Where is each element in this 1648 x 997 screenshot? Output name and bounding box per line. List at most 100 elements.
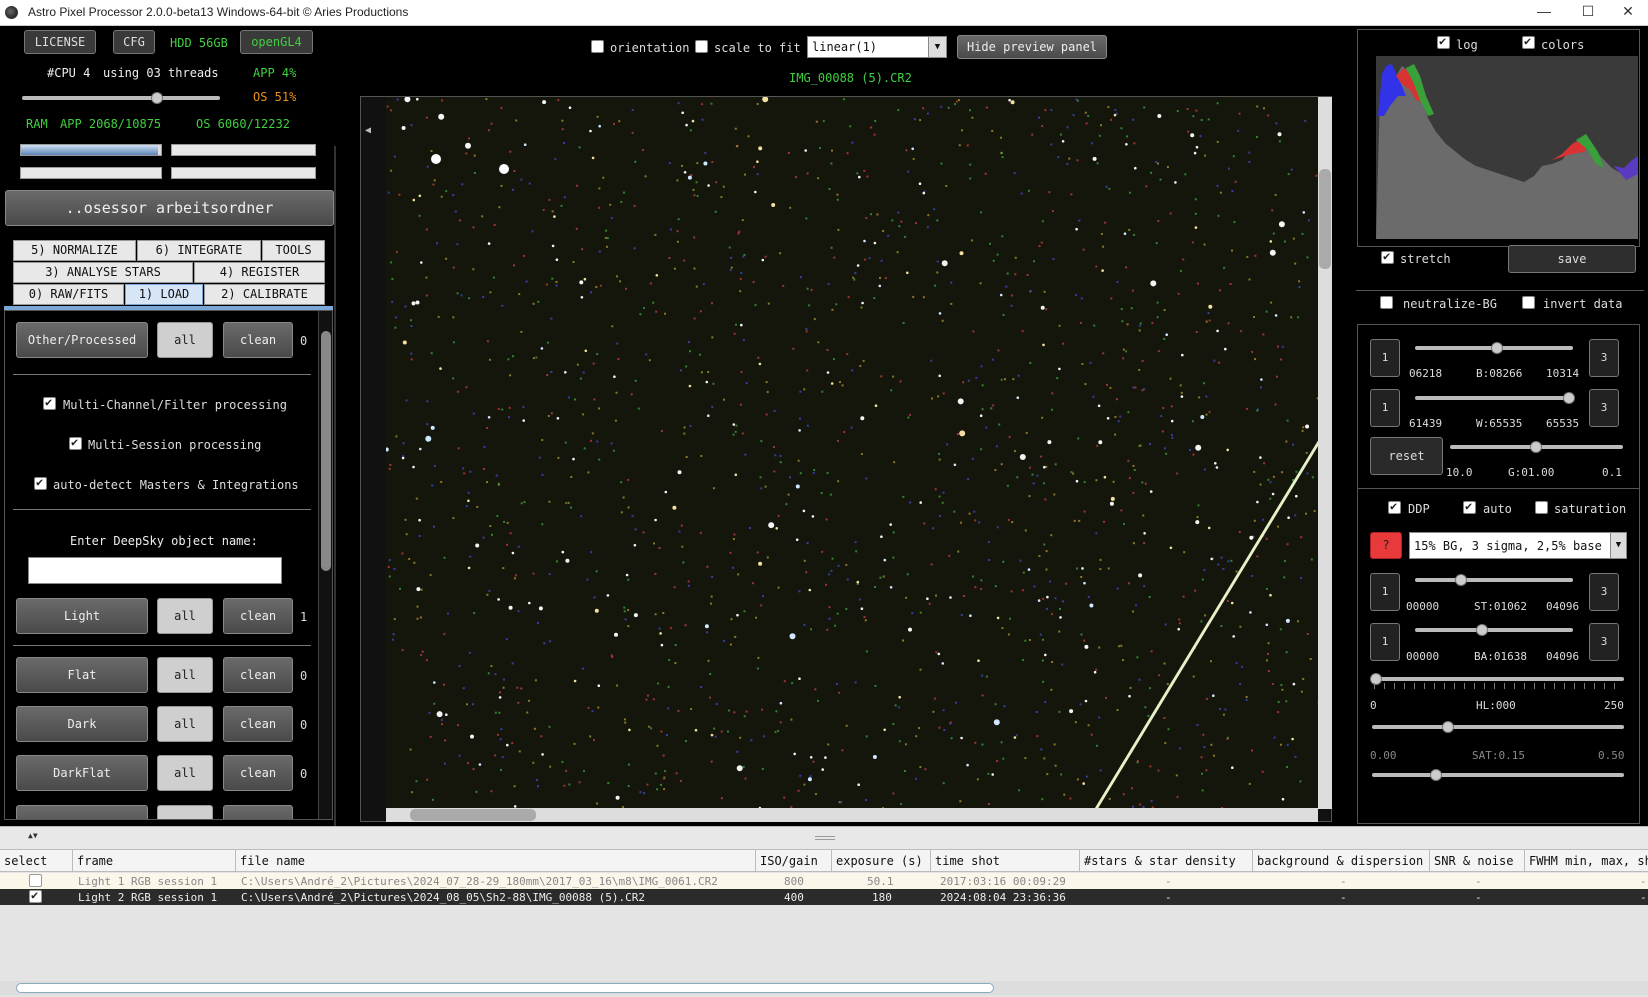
maximize-icon[interactable]: ☐	[1568, 0, 1608, 24]
ba-increase-button[interactable]: 3	[1589, 623, 1619, 661]
flat-clean-button[interactable]: clean	[223, 657, 293, 693]
license-button[interactable]: LICENSE	[24, 30, 96, 54]
preview-hscroll[interactable]	[386, 808, 1318, 822]
light-clean-button[interactable]: clean	[223, 598, 293, 634]
tab-analyse-stars[interactable]: 3) ANALYSE STARS	[13, 262, 193, 283]
light-button[interactable]: Light	[16, 598, 148, 634]
hscroll-thumb[interactable]	[410, 809, 536, 821]
darkflat-button[interactable]: DarkFlat	[16, 755, 148, 791]
tab-normalize[interactable]: 5) NORMALIZE	[13, 240, 136, 261]
g-slider-knob[interactable]	[1530, 441, 1542, 453]
ddp-preset-select[interactable]: 15% BG, 3 sigma, 2,5% base ▼	[1409, 532, 1627, 559]
orientation-checkbox[interactable]	[591, 40, 604, 53]
table-row[interactable]: Light 1 RGB session 1 C:\Users\André_2\P…	[0, 873, 1648, 889]
save-button[interactable]: save	[1508, 245, 1636, 273]
darkflat-clean-button[interactable]: clean	[223, 755, 293, 791]
tab-register[interactable]: 4) REGISTER	[194, 262, 325, 283]
col-time[interactable]: time shot	[931, 850, 1080, 872]
invert-data-checkbox[interactable]	[1522, 296, 1535, 309]
thread-slider-knob[interactable]	[151, 92, 163, 104]
dark-all-button[interactable]: all	[157, 706, 213, 742]
multisession-checkbox[interactable]	[69, 435, 82, 450]
hl-slider[interactable]	[1372, 677, 1624, 681]
col-stars[interactable]: #stars & star density	[1080, 850, 1253, 872]
load-panel-scrollbar[interactable]	[318, 311, 332, 819]
flat-all-button[interactable]: all	[157, 657, 213, 693]
preview-vscroll[interactable]	[1318, 97, 1332, 809]
colors-checkbox[interactable]	[1522, 34, 1535, 49]
col-file-name[interactable]: file name	[236, 850, 756, 872]
ba-slider-knob[interactable]	[1476, 624, 1488, 636]
auto-checkbox[interactable]	[1463, 499, 1476, 514]
neutralize-bg-checkbox[interactable]	[1380, 296, 1393, 309]
tab-calibrate[interactable]: 2) CALIBRATE	[204, 284, 325, 305]
other-clean-button[interactable]: clean	[223, 322, 293, 358]
b-increase-button[interactable]: 3	[1589, 339, 1619, 377]
row-select-checkbox[interactable]	[29, 874, 42, 887]
tab-raw-fits[interactable]: 0) RAW/FITS	[13, 284, 124, 305]
saturation-checkbox[interactable]	[1535, 501, 1548, 514]
table-hscroll[interactable]	[0, 981, 1648, 995]
w-slider-knob[interactable]	[1563, 392, 1575, 404]
sat-slider[interactable]	[1372, 725, 1624, 729]
st-increase-button[interactable]: 3	[1589, 573, 1619, 611]
col-select[interactable]: select	[0, 850, 73, 872]
chevron-down-icon[interactable]: ▼	[1610, 533, 1626, 558]
splitter-arrows-icon[interactable]: ▲▼	[28, 831, 38, 840]
minimize-icon[interactable]: —	[1524, 0, 1564, 24]
vscroll-thumb[interactable]	[1319, 169, 1331, 269]
dark-button[interactable]: Dark	[16, 706, 148, 742]
row-select-checkbox[interactable]	[29, 888, 42, 903]
stretch-checkbox[interactable]	[1381, 249, 1394, 264]
w-increase-button[interactable]: 3	[1589, 389, 1619, 427]
ba-decrease-button[interactable]: 1	[1370, 623, 1400, 661]
other-processed-button[interactable]: Other/Processed	[16, 322, 148, 358]
close-icon[interactable]: ✕	[1608, 0, 1648, 24]
b-decrease-button[interactable]: 1	[1370, 339, 1400, 377]
table-row-selected[interactable]: Light 2 RGB session 1 C:\Users\André_2\P…	[0, 888, 1648, 905]
panel-splitter[interactable]: ▲▼	[0, 826, 1648, 850]
working-directory-button[interactable]: ..osessor arbeitsordner	[5, 190, 334, 226]
st-decrease-button[interactable]: 1	[1370, 573, 1400, 611]
autodetect-checkbox[interactable]	[34, 475, 47, 490]
opengl-button[interactable]: openGL4	[240, 30, 313, 54]
sat-slider-knob[interactable]	[1442, 721, 1454, 733]
hide-preview-button[interactable]: Hide preview panel	[957, 35, 1107, 59]
tab-integrate[interactable]: 6) INTEGRATE	[137, 240, 261, 261]
scale-to-fit-checkbox[interactable]	[695, 40, 708, 53]
st-slider-knob[interactable]	[1455, 574, 1467, 586]
other-all-button[interactable]: all	[157, 322, 213, 358]
table-hscroll-thumb[interactable]	[16, 983, 994, 993]
help-button[interactable]: ?	[1370, 532, 1402, 559]
col-background[interactable]: background & dispersion	[1253, 850, 1430, 872]
deepsky-input[interactable]	[28, 557, 282, 584]
col-snr[interactable]: SNR & noise	[1430, 850, 1525, 872]
multichannel-checkbox[interactable]	[43, 395, 56, 410]
stretch-mode-select[interactable]: linear(1) ▼	[807, 36, 947, 58]
cfg-button[interactable]: CFG	[113, 30, 155, 54]
w-decrease-button[interactable]: 1	[1370, 389, 1400, 427]
tab-tools[interactable]: TOOLS	[262, 240, 325, 261]
log-checkbox[interactable]	[1437, 34, 1450, 49]
w-slider[interactable]	[1415, 396, 1573, 400]
st-slider[interactable]	[1415, 578, 1573, 582]
chevron-down-icon[interactable]: ▼	[928, 37, 946, 57]
ba-slider[interactable]	[1415, 628, 1573, 632]
ddp-checkbox[interactable]	[1388, 499, 1401, 514]
flat-button[interactable]: Flat	[16, 657, 148, 693]
col-exposure[interactable]: exposure (s)	[832, 850, 931, 872]
splitter-grip-icon[interactable]	[815, 836, 835, 840]
col-iso[interactable]: ISO/gain	[756, 850, 832, 872]
col-fwhm[interactable]: FWHM min, max, sh	[1525, 850, 1648, 872]
thread-slider[interactable]	[22, 96, 220, 100]
scrollbar-thumb[interactable]	[321, 331, 331, 571]
dark-clean-button[interactable]: clean	[223, 706, 293, 742]
darkflat-all-button[interactable]: all	[157, 755, 213, 791]
collapse-left-icon[interactable]: ◀	[365, 125, 371, 136]
reset-button[interactable]: reset	[1370, 437, 1443, 475]
light-all-button[interactable]: all	[157, 598, 213, 634]
col-frame[interactable]: frame	[73, 850, 236, 872]
b-slider-knob[interactable]	[1491, 342, 1503, 354]
preview-image[interactable]	[386, 97, 1327, 809]
tab-load[interactable]: 1) LOAD	[125, 284, 203, 305]
